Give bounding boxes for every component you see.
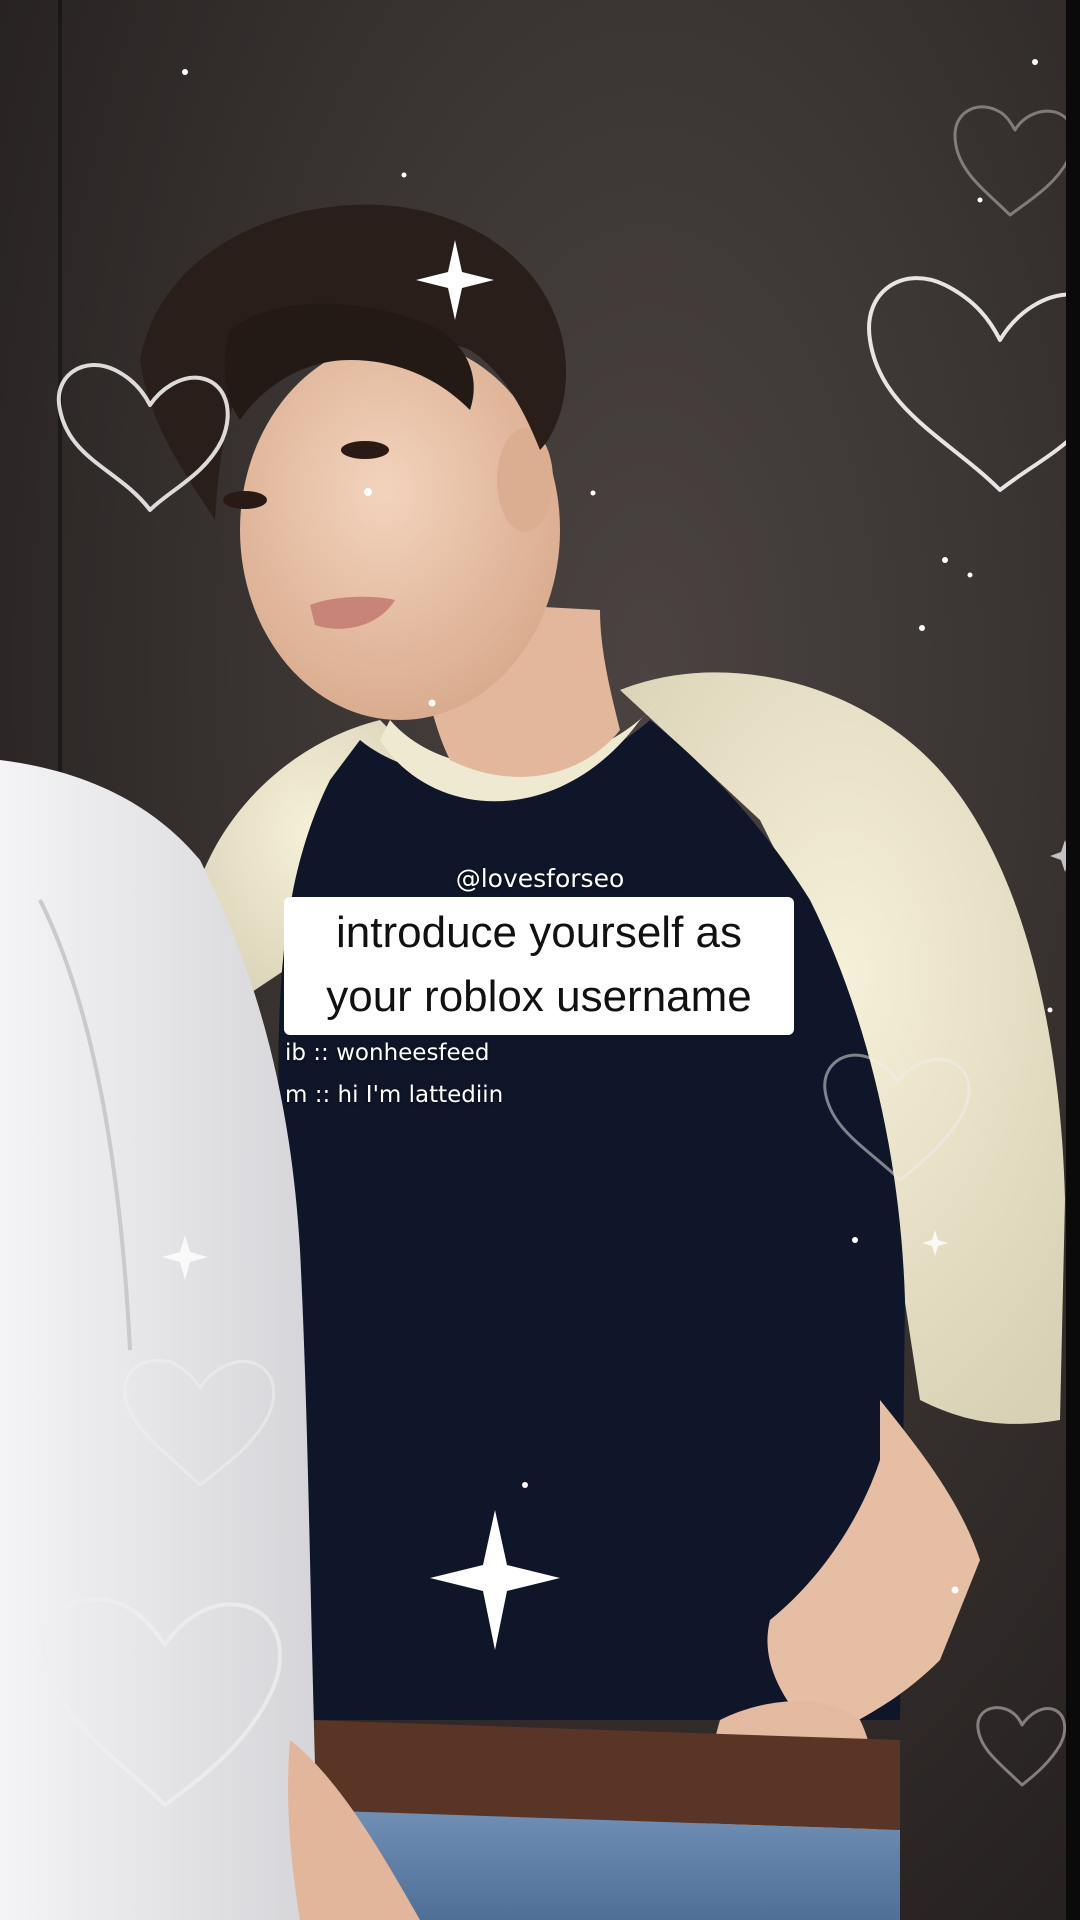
sparkle-dot	[942, 557, 948, 563]
right-edge-strip	[1066, 0, 1080, 1920]
photo-scene	[0, 59, 1080, 1920]
eye-right	[341, 441, 389, 459]
sparkle-dot	[590, 490, 596, 496]
sparkle-dot	[852, 1237, 858, 1243]
sparkle-dot	[919, 625, 925, 631]
face	[240, 340, 560, 720]
sparkle-dot	[1032, 59, 1038, 65]
sparkle-dot	[977, 197, 983, 203]
eye-left	[223, 491, 267, 509]
sparkle-dot	[1047, 1007, 1053, 1013]
sparkle-dot	[951, 1586, 959, 1594]
sparkle-dot	[428, 699, 436, 707]
heart-icon	[867, 276, 1080, 492]
sparkle-dot	[364, 488, 372, 496]
heart-icon	[953, 105, 1076, 217]
sparkle-dot	[967, 572, 973, 578]
heart-icon	[976, 1706, 1067, 1787]
video-frame: @lovesforseo introduce yourself as your …	[0, 0, 1080, 1920]
sparkle-dot	[522, 1482, 528, 1488]
sparkle-dot	[401, 172, 407, 178]
sparkle-dot	[182, 69, 188, 75]
